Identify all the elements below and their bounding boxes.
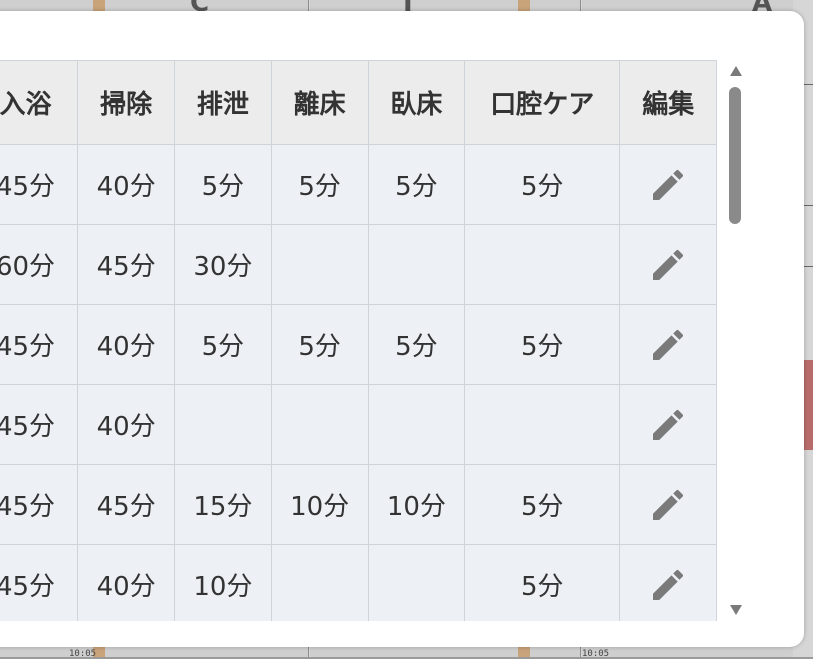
cell-excretion: 5分 bbox=[174, 304, 272, 385]
cell-excretion: 5分 bbox=[174, 144, 272, 225]
cell-bathing: 45分 bbox=[0, 464, 79, 545]
scroll-up-arrow-icon[interactable] bbox=[729, 65, 743, 77]
cell-oral-care bbox=[464, 384, 621, 465]
cell-oral-care: 5分 bbox=[464, 464, 621, 545]
edit-cell bbox=[619, 464, 717, 545]
cell-oral-care: 5分 bbox=[464, 144, 621, 225]
header-cleaning: 掃除 bbox=[77, 60, 176, 145]
cell-lying-down bbox=[367, 224, 466, 305]
header-lying-down: 臥床 bbox=[367, 60, 466, 145]
vertical-scrollbar[interactable] bbox=[724, 60, 748, 621]
edit-cell bbox=[619, 304, 717, 385]
header-excretion: 排泄 bbox=[174, 60, 272, 145]
cell-excretion: 30分 bbox=[174, 224, 272, 305]
cell-excretion: 10分 bbox=[174, 544, 272, 621]
cell-cleaning: 40分 bbox=[77, 544, 176, 621]
header-oral-care: 口腔ケア bbox=[464, 60, 621, 145]
cell-bathing: 45分 bbox=[0, 144, 79, 225]
cell-cleaning: 40分 bbox=[77, 144, 176, 225]
table-row: 45分 45分 15分 10分 10分 5分 bbox=[0, 464, 717, 545]
header-bathing: 入浴 bbox=[0, 60, 79, 145]
edit-cell bbox=[619, 384, 717, 465]
edit-cell bbox=[619, 144, 717, 225]
cell-oral-care: 5分 bbox=[464, 544, 621, 621]
time-settings-modal: 入浴 掃除 排泄 離床 臥床 口腔ケア 編集 45分 40分 5分 5分 5分 … bbox=[0, 11, 804, 647]
cell-getting-up bbox=[270, 224, 369, 305]
table-row: 45分 40分 5分 5分 5分 5分 bbox=[0, 304, 717, 385]
table-viewport[interactable]: 入浴 掃除 排泄 離床 臥床 口腔ケア 編集 45分 40分 5分 5分 5分 … bbox=[0, 60, 724, 621]
cell-bathing: 60分 bbox=[0, 224, 79, 305]
cell-getting-up: 5分 bbox=[270, 144, 369, 225]
pencil-icon[interactable] bbox=[648, 325, 688, 365]
cell-lying-down: 5分 bbox=[367, 144, 466, 225]
cell-oral-care: 5分 bbox=[464, 304, 621, 385]
pencil-icon[interactable] bbox=[648, 405, 688, 445]
cell-excretion: 15分 bbox=[174, 464, 272, 545]
cell-lying-down: 5分 bbox=[367, 304, 466, 385]
cell-lying-down bbox=[367, 384, 466, 465]
cell-bathing: 45分 bbox=[0, 304, 79, 385]
table-row: 60分 45分 30分 bbox=[0, 224, 717, 305]
cell-lying-down bbox=[367, 544, 466, 621]
header-edit: 編集 bbox=[619, 60, 717, 145]
cell-getting-up bbox=[270, 544, 369, 621]
cell-bathing: 45分 bbox=[0, 544, 79, 621]
table-row: 45分 40分 5分 5分 5分 5分 bbox=[0, 144, 717, 225]
cell-cleaning: 45分 bbox=[77, 224, 176, 305]
pencil-icon[interactable] bbox=[648, 485, 688, 525]
edit-cell bbox=[619, 544, 717, 621]
cell-getting-up: 10分 bbox=[270, 464, 369, 545]
cell-getting-up: 5分 bbox=[270, 304, 369, 385]
scroll-down-arrow-icon[interactable] bbox=[729, 604, 743, 616]
cell-cleaning: 45分 bbox=[77, 464, 176, 545]
cell-getting-up bbox=[270, 384, 369, 465]
header-getting-up: 離床 bbox=[270, 60, 369, 145]
cell-oral-care bbox=[464, 224, 621, 305]
cell-bathing: 45分 bbox=[0, 384, 79, 465]
cell-cleaning: 40分 bbox=[77, 304, 176, 385]
cell-cleaning: 40分 bbox=[77, 384, 176, 465]
care-time-table: 入浴 掃除 排泄 離床 臥床 口腔ケア 編集 45分 40分 5分 5分 5分 … bbox=[0, 60, 717, 621]
pencil-icon[interactable] bbox=[648, 565, 688, 605]
pencil-icon[interactable] bbox=[648, 245, 688, 285]
pencil-icon[interactable] bbox=[648, 165, 688, 205]
table-row: 45分 40分 10分 5分 bbox=[0, 544, 717, 621]
table-header-row: 入浴 掃除 排泄 離床 臥床 口腔ケア 編集 bbox=[0, 60, 717, 145]
table-row: 45分 40分 bbox=[0, 384, 717, 465]
scrollbar-thumb[interactable] bbox=[729, 87, 741, 224]
cell-excretion bbox=[174, 384, 272, 465]
edit-cell bbox=[619, 224, 717, 305]
cell-lying-down: 10分 bbox=[367, 464, 466, 545]
